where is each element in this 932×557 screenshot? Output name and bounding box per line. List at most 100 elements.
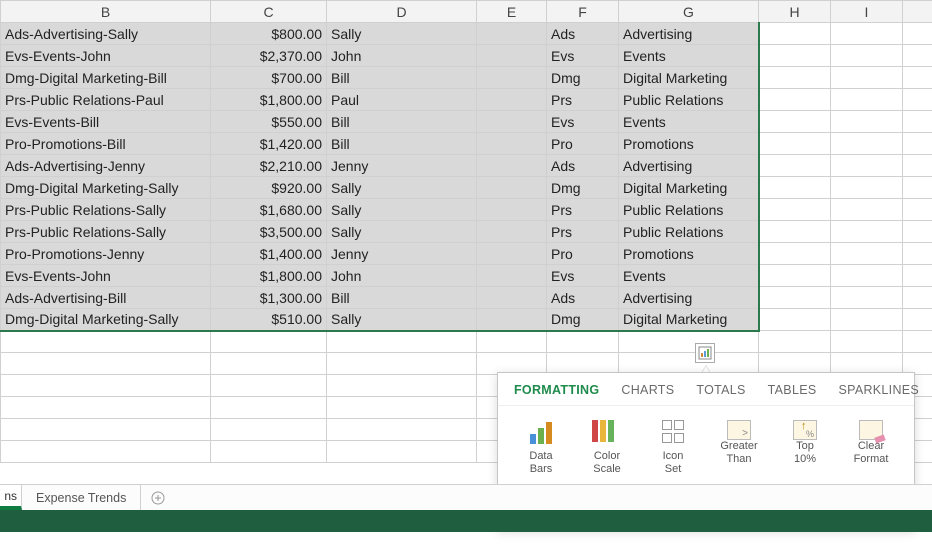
cell[interactable]: [477, 177, 547, 199]
cell[interactable]: [831, 309, 903, 331]
cell[interactable]: $1,800.00: [211, 89, 327, 111]
cell[interactable]: [211, 441, 327, 463]
cell[interactable]: Prs-Public Relations-Sally: [1, 221, 211, 243]
cell[interactable]: [477, 67, 547, 89]
cell[interactable]: Evs: [547, 45, 619, 67]
cell[interactable]: [327, 331, 477, 353]
cell[interactable]: Events: [619, 265, 759, 287]
cell[interactable]: Evs-Events-John: [1, 45, 211, 67]
cell[interactable]: Promotions: [619, 133, 759, 155]
cell[interactable]: Advertising: [619, 23, 759, 45]
cell[interactable]: [903, 265, 932, 287]
qa-item-icon-set[interactable]: IconSet: [643, 420, 703, 476]
cell[interactable]: $510.00: [211, 309, 327, 331]
cell[interactable]: [903, 287, 932, 309]
cell[interactable]: Public Relations: [619, 199, 759, 221]
add-sheet-button[interactable]: [141, 485, 175, 510]
cell[interactable]: Prs: [547, 199, 619, 221]
cell[interactable]: Sally: [327, 221, 477, 243]
cell[interactable]: Prs-Public Relations-Paul: [1, 89, 211, 111]
cell[interactable]: $800.00: [211, 23, 327, 45]
cell[interactable]: [759, 287, 831, 309]
cell[interactable]: [327, 375, 477, 397]
cell[interactable]: [831, 287, 903, 309]
cell[interactable]: Pro: [547, 133, 619, 155]
cell[interactable]: [831, 67, 903, 89]
cell[interactable]: Dmg: [547, 177, 619, 199]
cell[interactable]: [477, 265, 547, 287]
cell[interactable]: Jenny: [327, 243, 477, 265]
column-header-F[interactable]: F: [547, 1, 619, 23]
column-header-H[interactable]: H: [759, 1, 831, 23]
cell[interactable]: Sally: [327, 177, 477, 199]
cell[interactable]: [831, 23, 903, 45]
cell[interactable]: [1, 353, 211, 375]
qa-item-data-bars[interactable]: DataBars: [511, 420, 571, 476]
qa-item-color-scale[interactable]: ColorScale: [577, 420, 637, 476]
cell[interactable]: [1, 397, 211, 419]
cell[interactable]: [477, 89, 547, 111]
column-header-G[interactable]: G: [619, 1, 759, 23]
cell[interactable]: [903, 309, 932, 331]
cell[interactable]: [1, 419, 211, 441]
qa-tab-totals[interactable]: TOTALS: [696, 383, 745, 397]
cell[interactable]: Pro-Promotions-Jenny: [1, 243, 211, 265]
cell[interactable]: [831, 155, 903, 177]
cell[interactable]: Bill: [327, 67, 477, 89]
cell[interactable]: [903, 177, 932, 199]
cell[interactable]: [211, 331, 327, 353]
cell[interactable]: $1,680.00: [211, 199, 327, 221]
cell[interactable]: [759, 221, 831, 243]
cell[interactable]: [759, 45, 831, 67]
cell[interactable]: [759, 265, 831, 287]
cell[interactable]: Ads-Advertising-Sally: [1, 23, 211, 45]
cell[interactable]: Paul: [327, 89, 477, 111]
cell[interactable]: John: [327, 265, 477, 287]
cell[interactable]: [327, 353, 477, 375]
cell[interactable]: $3,500.00: [211, 221, 327, 243]
qa-tab-charts[interactable]: CHARTS: [621, 383, 674, 397]
cell[interactable]: [1, 375, 211, 397]
cell[interactable]: [477, 243, 547, 265]
cell[interactable]: [831, 221, 903, 243]
cell[interactable]: Evs: [547, 265, 619, 287]
cell[interactable]: [759, 133, 831, 155]
cell[interactable]: [327, 419, 477, 441]
cell[interactable]: [759, 309, 831, 331]
cell[interactable]: Prs: [547, 221, 619, 243]
cell[interactable]: [831, 111, 903, 133]
cell[interactable]: [477, 155, 547, 177]
cell[interactable]: [211, 353, 327, 375]
sheet-tab-active[interactable]: ns: [0, 485, 22, 510]
qa-item-clear-format[interactable]: ClearFormat: [841, 420, 901, 476]
column-header-C[interactable]: C: [211, 1, 327, 23]
cell[interactable]: [547, 331, 619, 353]
cell[interactable]: [903, 133, 932, 155]
cell[interactable]: Prs: [547, 89, 619, 111]
cell[interactable]: [903, 45, 932, 67]
cell[interactable]: [211, 397, 327, 419]
cell[interactable]: John: [327, 45, 477, 67]
cell[interactable]: [619, 331, 759, 353]
cell[interactable]: [1, 331, 211, 353]
cell[interactable]: Bill: [327, 111, 477, 133]
cell[interactable]: Events: [619, 45, 759, 67]
cell[interactable]: Public Relations: [619, 89, 759, 111]
cell[interactable]: Bill: [327, 287, 477, 309]
cell[interactable]: [831, 243, 903, 265]
cell[interactable]: Bill: [327, 133, 477, 155]
cell[interactable]: Dmg-Digital Marketing-Sally: [1, 177, 211, 199]
cell[interactable]: [759, 89, 831, 111]
cell[interactable]: [903, 23, 932, 45]
cell[interactable]: $1,400.00: [211, 243, 327, 265]
cell[interactable]: [759, 155, 831, 177]
cell[interactable]: [831, 177, 903, 199]
cell[interactable]: [477, 221, 547, 243]
cell[interactable]: [831, 45, 903, 67]
cell[interactable]: [759, 111, 831, 133]
cell[interactable]: Sally: [327, 309, 477, 331]
cell[interactable]: Pro-Promotions-Bill: [1, 133, 211, 155]
cell[interactable]: [327, 397, 477, 419]
cell[interactable]: [211, 419, 327, 441]
cell[interactable]: [477, 133, 547, 155]
